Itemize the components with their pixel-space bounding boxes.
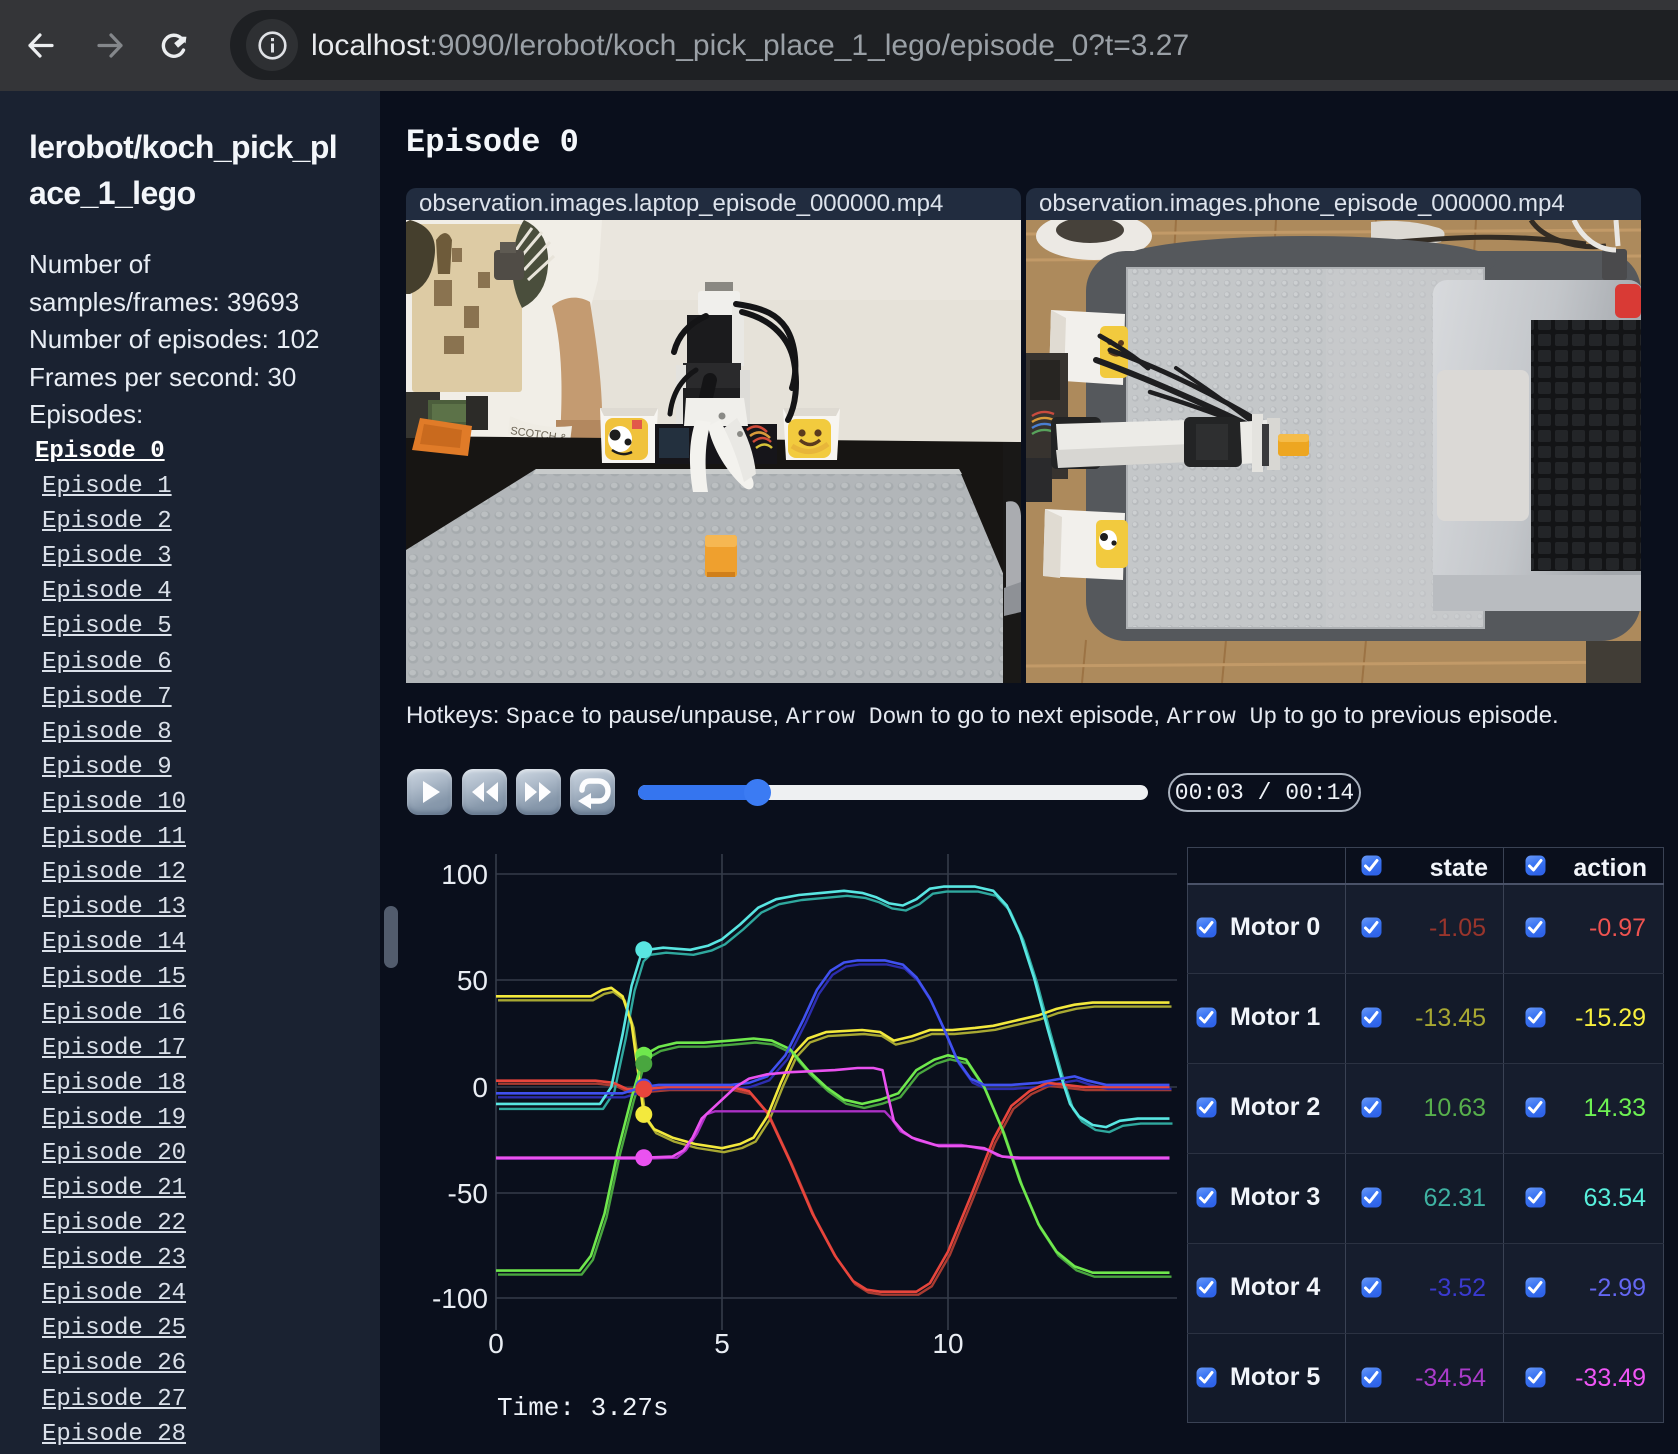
svg-text:100: 100 <box>441 859 488 890</box>
svg-text:0: 0 <box>472 1072 488 1103</box>
svg-text:50: 50 <box>457 965 488 996</box>
svg-text:10: 10 <box>932 1328 963 1359</box>
svg-text:-100: -100 <box>432 1283 488 1314</box>
svg-text:Time: 3.27s: Time: 3.27s <box>497 1393 669 1423</box>
svg-text:0: 0 <box>488 1328 504 1359</box>
svg-text:-50: -50 <box>448 1178 488 1209</box>
svg-text:5: 5 <box>714 1328 730 1359</box>
